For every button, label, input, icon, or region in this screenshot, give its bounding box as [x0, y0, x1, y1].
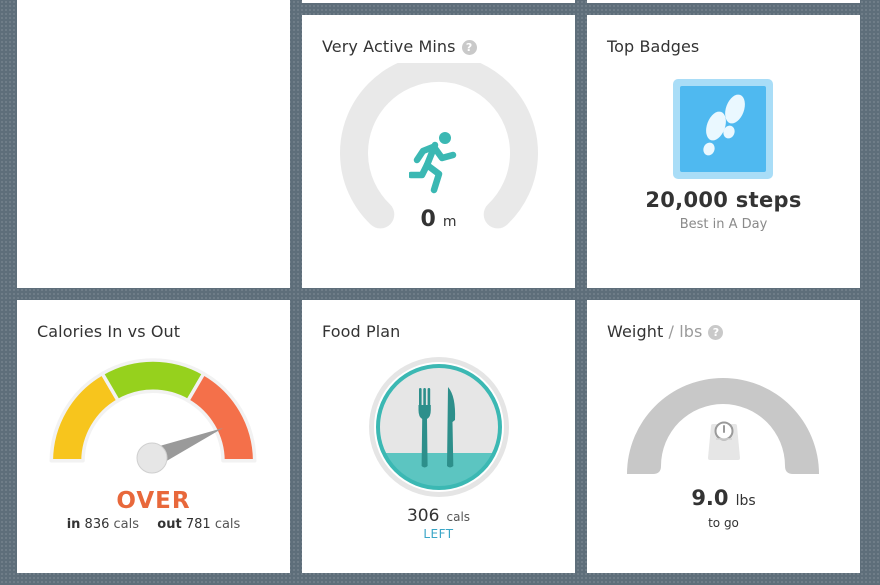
weight-value-row: 9.0 lbs — [587, 486, 860, 510]
question-icon[interactable]: ? — [708, 325, 724, 340]
calories-detail-row: in 836 cals out 781 cals — [17, 517, 290, 532]
badge-caption: Best in A Day — [679, 217, 768, 232]
tile-partial-top-right — [587, 0, 860, 3]
active-mins-value: 0 — [420, 207, 436, 232]
tile-very-active-mins[interactable]: Very Active Mins? 0 m — [302, 15, 575, 288]
active-mins-value-row: 0 m — [302, 207, 575, 232]
tile-calories-in-vs-out[interactable]: Calories In vs Out OVER in 836 cals out … — [17, 300, 290, 573]
running-person-icon — [409, 132, 457, 194]
tile-empty-top-left — [17, 0, 290, 288]
calories-status: OVER — [116, 488, 191, 514]
scale-icon — [708, 421, 740, 460]
tile-title-text: Very Active Mins — [322, 37, 456, 56]
food-plan-plate — [369, 357, 509, 497]
calories-out-label: out — [157, 517, 182, 532]
tile-weight[interactable]: Weight / lbs? 9.0 lbs to go — [587, 300, 860, 573]
food-plan-value: 306 — [406, 506, 440, 526]
tile-title: Weight / lbs? — [607, 322, 724, 341]
tile-title: Calories In vs Out — [37, 322, 181, 341]
tile-title: Very Active Mins? — [322, 37, 477, 56]
active-mins-unit: m — [442, 214, 457, 230]
badge-value: 20,000 steps — [645, 188, 802, 212]
calories-in-value: 836 — [84, 517, 110, 532]
weight-caption: to go — [708, 516, 739, 530]
calories-gauge — [49, 358, 257, 474]
badge-image — [673, 79, 773, 179]
calories-in-label: in — [66, 517, 81, 532]
tile-title: Food Plan — [322, 322, 401, 341]
food-plan-caption: LEFT — [423, 527, 454, 541]
tile-title-text: Weight — [607, 322, 664, 341]
question-icon[interactable]: ? — [461, 40, 477, 55]
calories-in-unit: cals — [113, 517, 140, 532]
weight-value: 9.0 — [691, 486, 729, 510]
tile-title: Top Badges — [607, 37, 700, 56]
weight-unit: lbs — [735, 493, 756, 509]
weight-unit-title: / lbs — [663, 322, 703, 341]
footprints-icon — [703, 94, 745, 156]
calories-out-unit: cals — [214, 517, 241, 532]
tile-top-badges[interactable]: Top Badges 20,000 steps Best in A Day — [587, 15, 860, 288]
food-plan-unit: cals — [446, 510, 471, 524]
tile-food-plan[interactable]: Food Plan 306 cals LEFT — [302, 300, 575, 573]
tile-partial-top-middle — [302, 0, 575, 3]
food-plan-value-row: 306 cals — [302, 506, 575, 526]
calories-out-value: 781 — [185, 517, 211, 532]
